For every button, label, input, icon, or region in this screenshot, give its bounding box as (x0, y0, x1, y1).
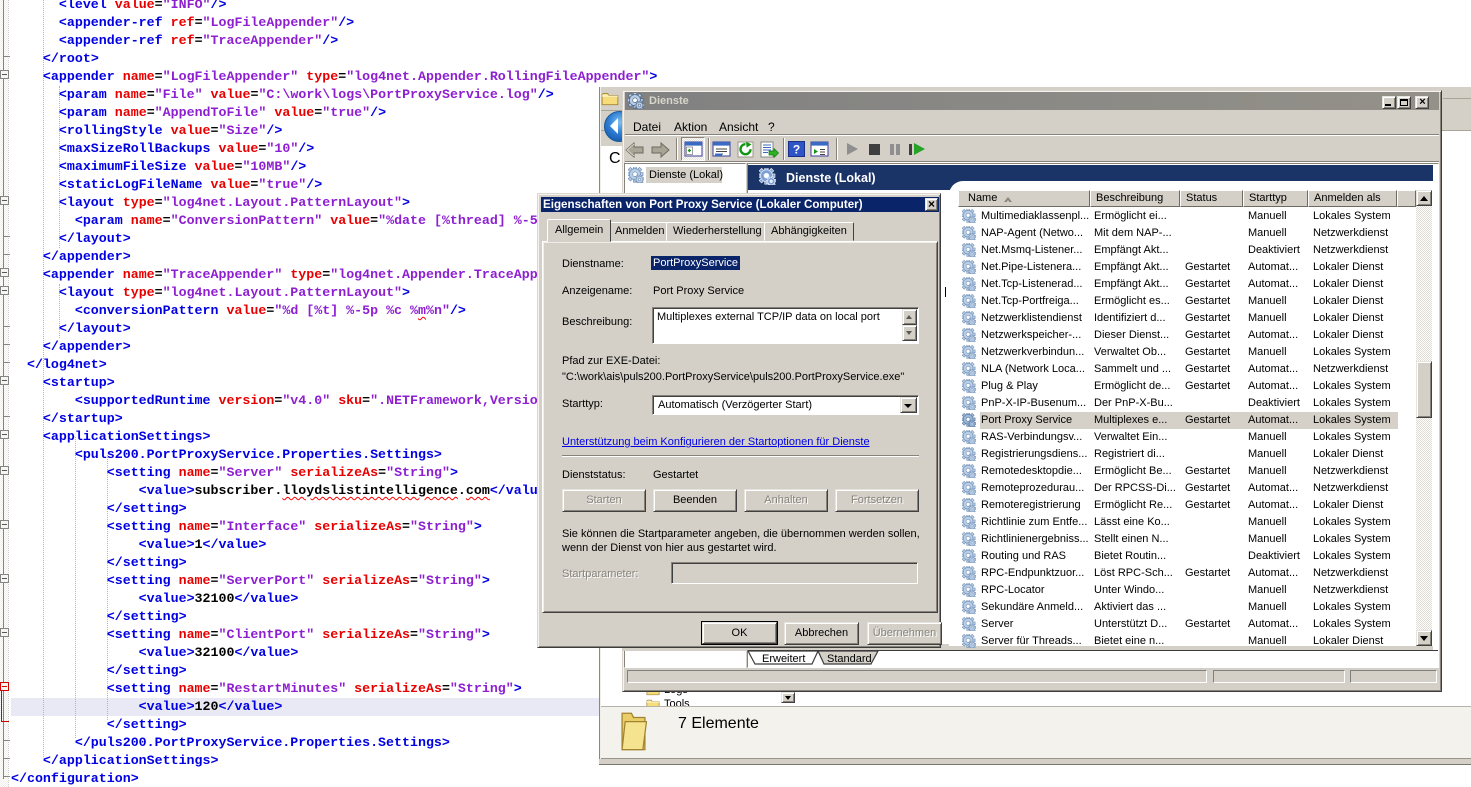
svg-text:?: ? (793, 143, 800, 157)
